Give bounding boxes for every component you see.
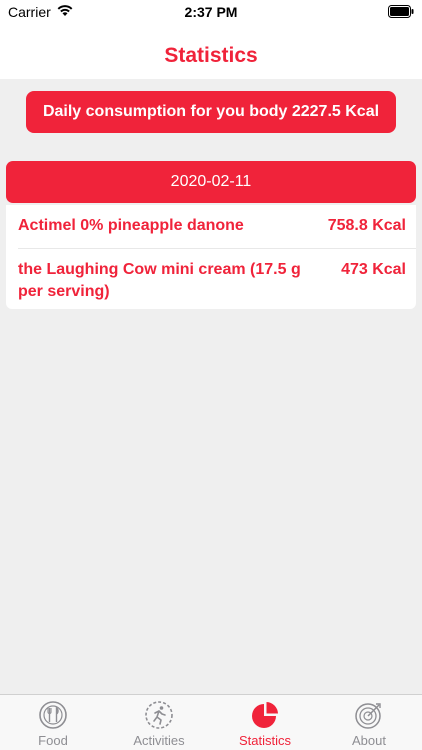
tab-label: Statistics [238,733,291,748]
tab-about[interactable]: About [316,695,422,750]
page-title: Statistics [164,44,258,67]
list-item[interactable]: the Laughing Cow mini cream (17.5 g per … [18,259,406,303]
tab-label: About [352,733,386,748]
pie-chart-icon [252,702,278,728]
list-item[interactable]: Actimel 0% pineapple danone 758.8 Kcal [18,215,406,237]
date-section-header[interactable]: 2020-02-11 [6,161,416,203]
clock: 2:37 PM [184,4,238,20]
row-divider [18,248,416,249]
navigation-bar: Carrier 2:37 PM Statistics [0,0,422,79]
tab-statistics[interactable]: Statistics [212,695,318,750]
tab-bar: Food Activities Statistics About [0,694,422,750]
food-kcal: 473 Kcal [341,261,406,278]
food-plate-icon [39,701,67,729]
food-kcal: 758.8 Kcal [327,217,406,234]
tab-label: Food [38,733,68,748]
tab-food[interactable]: Food [0,695,106,750]
food-list: Actimel 0% pineapple danone 758.8 Kcal t… [6,205,416,309]
food-name: the Laughing Cow mini cream (17.5 g per … [18,261,301,300]
status-bar: Carrier 2:37 PM [0,0,422,24]
target-icon [355,703,381,729]
tab-label: Activities [133,733,185,748]
food-name: Actimel 0% pineapple danone [18,217,244,234]
battery-icon [388,5,414,18]
running-icon [145,701,173,729]
daily-consumption-banner: Daily consumption for you body 2227.5 Kc… [26,91,396,133]
tab-activities[interactable]: Activities [106,695,212,750]
